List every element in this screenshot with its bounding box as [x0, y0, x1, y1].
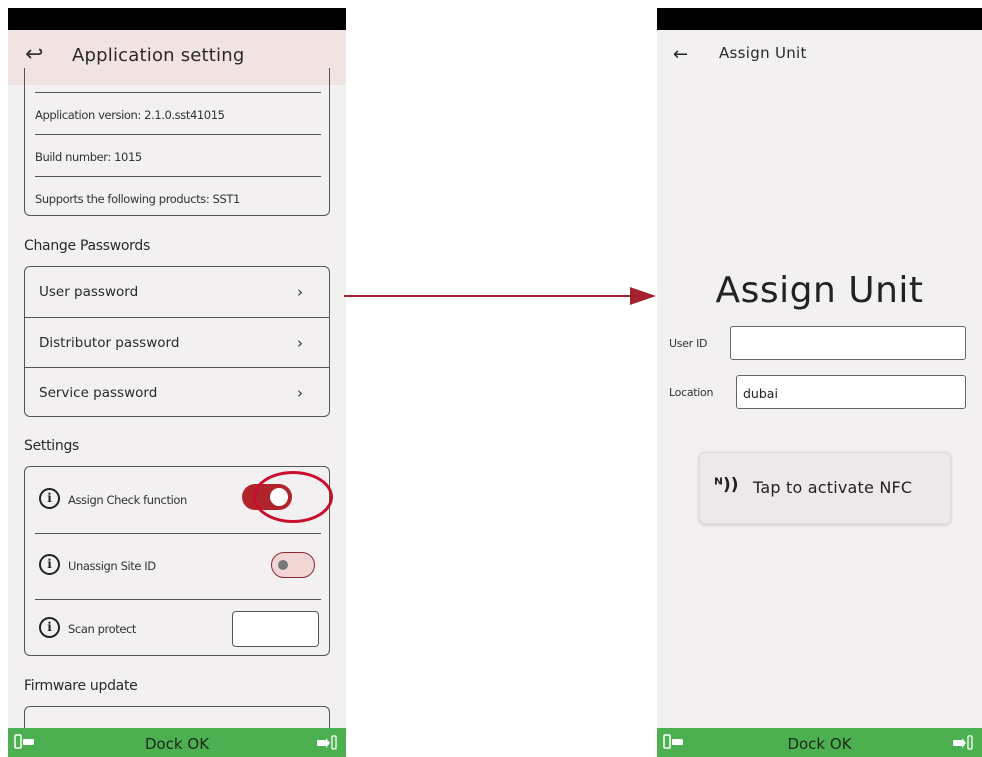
highlight-circle [253, 471, 333, 523]
back-arrow-icon[interactable]: ← [673, 44, 688, 65]
info-icon[interactable]: i [39, 617, 60, 638]
status-bar [8, 8, 346, 30]
distributor-password-label: Distributor password [39, 334, 180, 351]
dock-status-text: Dock OK [144, 735, 210, 753]
assign-unit-screen: ← Assign Unit Assign Unit User ID Locati… [657, 8, 982, 757]
chevron-right-icon: › [297, 383, 303, 402]
user-password-label: User password [39, 284, 139, 300]
scan-protect-input[interactable] [232, 611, 319, 647]
user-id-input[interactable] [730, 326, 966, 360]
unassign-site-label: Unassign Site ID [68, 559, 156, 573]
toggle-knob [278, 560, 288, 570]
firmware-update-heading: Firmware update [24, 678, 138, 694]
dock-status-bar: Dock OK [8, 728, 346, 757]
activate-nfc-button[interactable]: ᴺ)) Tap to activate NFC [699, 452, 951, 524]
user-id-label: User ID [669, 337, 708, 350]
dock-status-text: Dock OK [787, 735, 852, 753]
app-info-card: Application version: 2.1.0.sst41015 Buil… [24, 68, 330, 216]
settings-heading: Settings [24, 438, 80, 454]
build-number-text: Build number: 1015 [35, 150, 142, 164]
page-title: Application setting [72, 45, 245, 66]
assign-check-label: Assign Check function [68, 493, 187, 507]
app-version-text: Application version: 2.1.0.sst41015 [35, 108, 225, 122]
dock-status-bar: Dock OK [657, 728, 982, 757]
info-icon[interactable]: i [39, 488, 60, 509]
location-label: Location [669, 386, 714, 399]
status-bar [657, 8, 982, 30]
assign-unit-heading: Assign Unit [715, 270, 924, 311]
info-icon[interactable]: i [39, 554, 60, 575]
divider [35, 92, 321, 93]
flow-arrow [344, 287, 656, 305]
distributor-password-item[interactable]: Distributor password › [25, 317, 329, 367]
dock-connection-icon [953, 735, 973, 750]
location-input[interactable]: dubai [736, 375, 966, 409]
change-passwords-card: User password › Distributor password › S… [24, 266, 330, 417]
application-setting-screen: ↩ Application setting Application versio… [8, 8, 346, 757]
change-passwords-heading: Change Passwords [24, 238, 150, 254]
divider [35, 176, 321, 177]
service-password-label: Service password [39, 384, 158, 401]
chevron-right-icon: › [297, 333, 303, 352]
supported-products-text: Supports the following products: SST1 [35, 192, 240, 206]
nfc-icon: ᴺ)) [714, 475, 739, 495]
divider [35, 533, 321, 534]
divider [35, 599, 321, 600]
service-password-item[interactable]: Service password › [25, 367, 329, 416]
dock-connection-icon [317, 735, 337, 750]
scan-protect-label: Scan protect [68, 622, 137, 636]
chevron-right-icon: › [297, 283, 303, 301]
nfc-button-label: Tap to activate NFC [753, 478, 913, 497]
user-password-item[interactable]: User password › [25, 267, 329, 317]
unassign-site-toggle[interactable] [271, 552, 315, 578]
divider [35, 134, 321, 135]
back-return-icon[interactable]: ↩ [25, 44, 43, 66]
page-title: Assign Unit [719, 44, 807, 62]
